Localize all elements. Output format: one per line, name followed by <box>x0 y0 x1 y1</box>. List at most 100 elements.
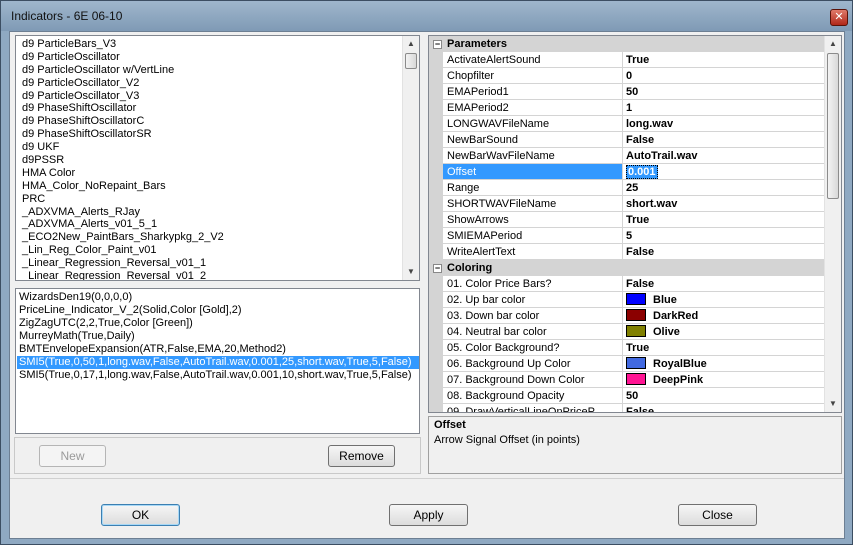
title-bar[interactable]: Indicators - 6E 06-10 ✕ <box>1 1 852 31</box>
property-row[interactable]: 04. Neutral bar color Olive <box>429 324 825 340</box>
category-row-parameters[interactable]: − Parameters <box>429 36 825 52</box>
scroll-down-arrow-icon[interactable]: ▼ <box>825 396 841 412</box>
scroll-thumb[interactable] <box>827 53 839 199</box>
property-value[interactable]: False <box>623 244 825 260</box>
available-indicator-item[interactable]: d9 PhaseShiftOscillatorSR <box>22 128 402 141</box>
property-value[interactable]: short.wav <box>623 196 825 212</box>
collapse-toggle-icon[interactable]: − <box>433 40 442 49</box>
property-value[interactable]: Olive <box>623 324 825 340</box>
remove-button[interactable]: Remove <box>328 445 395 467</box>
property-name: 07. Background Down Color <box>443 372 623 388</box>
collapse-toggle-icon[interactable]: − <box>433 264 442 273</box>
available-indicator-item[interactable]: PRC <box>22 193 402 206</box>
property-row[interactable]: Offset 0.001 <box>429 164 825 180</box>
available-indicators-list[interactable]: d9 ParticleBars_V3 d9 ParticleOscillator d… <box>15 35 420 281</box>
new-button[interactable]: New <box>39 445 106 467</box>
category-row-coloring[interactable]: − Coloring <box>429 260 825 276</box>
close-button[interactable]: Close <box>678 504 757 526</box>
property-value[interactable]: False <box>623 404 825 412</box>
property-row[interactable]: WriteAlertText False <box>429 244 825 260</box>
property-row[interactable]: SMIEMAPeriod 5 <box>429 228 825 244</box>
property-row[interactable]: Chopfilter 0 <box>429 68 825 84</box>
property-row[interactable]: 05. Color Background? True <box>429 340 825 356</box>
property-value[interactable]: 25 <box>623 180 825 196</box>
property-row[interactable]: LONGWAVFileName long.wav <box>429 116 825 132</box>
property-row[interactable]: 08. Background Opacity 50 <box>429 388 825 404</box>
property-grid[interactable]: − Parameters ActivateAlertSound True Chopfil… <box>428 35 842 413</box>
property-value-text: True <box>626 214 650 226</box>
property-row[interactable]: NewBarWavFileName AutoTrail.wav <box>429 148 825 164</box>
property-row[interactable]: NewBarSound False <box>429 132 825 148</box>
available-indicator-item[interactable]: _Linear_Regression_Reversal_v01_1 <box>22 257 402 270</box>
property-row[interactable]: 03. Down bar color DarkRed <box>429 308 825 324</box>
property-value[interactable]: 0 <box>623 68 825 84</box>
available-indicator-item[interactable]: _Lin_Reg_Color_Paint_v01 <box>22 244 402 257</box>
applied-indicator-item[interactable]: PriceLine_Indicator_V_2(Solid,Color [Gol… <box>17 304 419 317</box>
property-name: 09. DrawVerticalLineOnPriceP... <box>443 404 623 412</box>
applied-indicator-item[interactable]: BMTEnvelopeExpansion(ATR,False,EMA,20,Me… <box>17 343 419 356</box>
property-value[interactable]: DarkRed <box>623 308 825 324</box>
available-indicator-item[interactable]: d9 ParticleOscillator_V2 <box>22 77 402 90</box>
scroll-up-arrow-icon[interactable]: ▲ <box>403 36 419 52</box>
property-grid-scrollbar[interactable]: ▲ ▼ <box>824 36 841 412</box>
available-indicator-item[interactable]: d9 ParticleOscillator w/VertLine <box>22 64 402 77</box>
property-value[interactable]: 50 <box>623 84 825 100</box>
property-value[interactable]: Blue <box>623 292 825 308</box>
scroll-thumb[interactable] <box>405 53 417 69</box>
available-indicator-item[interactable]: _ADXVMA_Alerts_v01_5_1 <box>22 218 402 231</box>
applied-indicators-list[interactable]: WizardsDen19(0,0,0,0) PriceLine_Indicator… <box>15 288 420 434</box>
property-value[interactable]: 1 <box>623 100 825 116</box>
applied-indicator-item[interactable]: WizardsDen19(0,0,0,0) <box>17 291 419 304</box>
property-value[interactable]: RoyalBlue <box>623 356 825 372</box>
property-value[interactable]: False <box>623 132 825 148</box>
applied-indicator-item[interactable]: MurreyMath(True,Daily) <box>17 330 419 343</box>
property-value[interactable]: True <box>623 212 825 228</box>
applied-indicator-item[interactable]: SMI5(True,0,17,1,long.wav,False,AutoTrai… <box>17 369 419 382</box>
row-gutter <box>429 340 443 356</box>
available-indicator-item[interactable]: HMA Color <box>22 167 402 180</box>
available-indicators-scrollbar[interactable]: ▲ ▼ <box>402 36 419 280</box>
applied-indicator-item[interactable]: SMI5(True,0,50,1,long.wav,False,AutoTrai… <box>17 356 419 369</box>
category-label: Coloring <box>447 262 493 274</box>
property-row[interactable]: 02. Up bar color Blue <box>429 292 825 308</box>
property-name: 04. Neutral bar color <box>443 324 623 340</box>
property-row[interactable]: Range 25 <box>429 180 825 196</box>
property-value[interactable]: long.wav <box>623 116 825 132</box>
property-value[interactable]: False <box>623 276 825 292</box>
available-indicator-item[interactable]: HMA_Color_NoRepaint_Bars <box>22 180 402 193</box>
available-indicator-item[interactable]: d9 ParticleOscillator_V3 <box>22 90 402 103</box>
property-row[interactable]: EMAPeriod1 50 <box>429 84 825 100</box>
available-indicator-item[interactable]: _ADXVMA_Alerts_RJay <box>22 206 402 219</box>
apply-button[interactable]: Apply <box>389 504 468 526</box>
property-value-text: 50 <box>626 86 639 98</box>
scroll-up-arrow-icon[interactable]: ▲ <box>825 36 841 52</box>
property-row[interactable]: 01. Color Price Bars? False <box>429 276 825 292</box>
scroll-down-arrow-icon[interactable]: ▼ <box>403 264 419 280</box>
property-value[interactable]: 5 <box>623 228 825 244</box>
available-indicator-item[interactable]: _Linear_Regression_Reversal_v01_2 <box>22 270 402 280</box>
property-row[interactable]: EMAPeriod2 1 <box>429 100 825 116</box>
property-row[interactable]: SHORTWAVFileName short.wav <box>429 196 825 212</box>
property-value[interactable]: True <box>623 52 825 68</box>
ok-button[interactable]: OK <box>101 504 180 526</box>
available-indicator-item[interactable]: d9 PhaseShiftOscillatorC <box>22 115 402 128</box>
property-row[interactable]: 06. Background Up Color RoyalBlue <box>429 356 825 372</box>
available-indicator-item[interactable]: d9 UKF <box>22 141 402 154</box>
property-row[interactable]: ActivateAlertSound True <box>429 52 825 68</box>
applied-indicator-item[interactable]: ZigZagUTC(2,2,True,Color [Green]) <box>17 317 419 330</box>
property-row[interactable]: 07. Background Down Color DeepPink <box>429 372 825 388</box>
property-value[interactable]: 0.001 <box>623 164 825 180</box>
property-value[interactable]: AutoTrail.wav <box>623 148 825 164</box>
available-indicator-item[interactable]: d9 ParticleBars_V3 <box>22 38 402 51</box>
available-indicator-item[interactable]: _ECO2New_PaintBars_Sharkypkg_2_V2 <box>22 231 402 244</box>
close-window-button[interactable]: ✕ <box>830 9 848 26</box>
available-indicator-item[interactable]: d9 ParticleOscillator <box>22 51 402 64</box>
available-indicator-item[interactable]: d9 PhaseShiftOscillator <box>22 102 402 115</box>
property-value[interactable]: DeepPink <box>623 372 825 388</box>
property-value[interactable]: True <box>623 340 825 356</box>
property-row[interactable]: ShowArrows True <box>429 212 825 228</box>
available-indicator-item[interactable]: d9PSSR <box>22 154 402 167</box>
property-row[interactable]: 09. DrawVerticalLineOnPriceP... False <box>429 404 825 412</box>
property-value[interactable]: 50 <box>623 388 825 404</box>
row-gutter <box>429 308 443 324</box>
